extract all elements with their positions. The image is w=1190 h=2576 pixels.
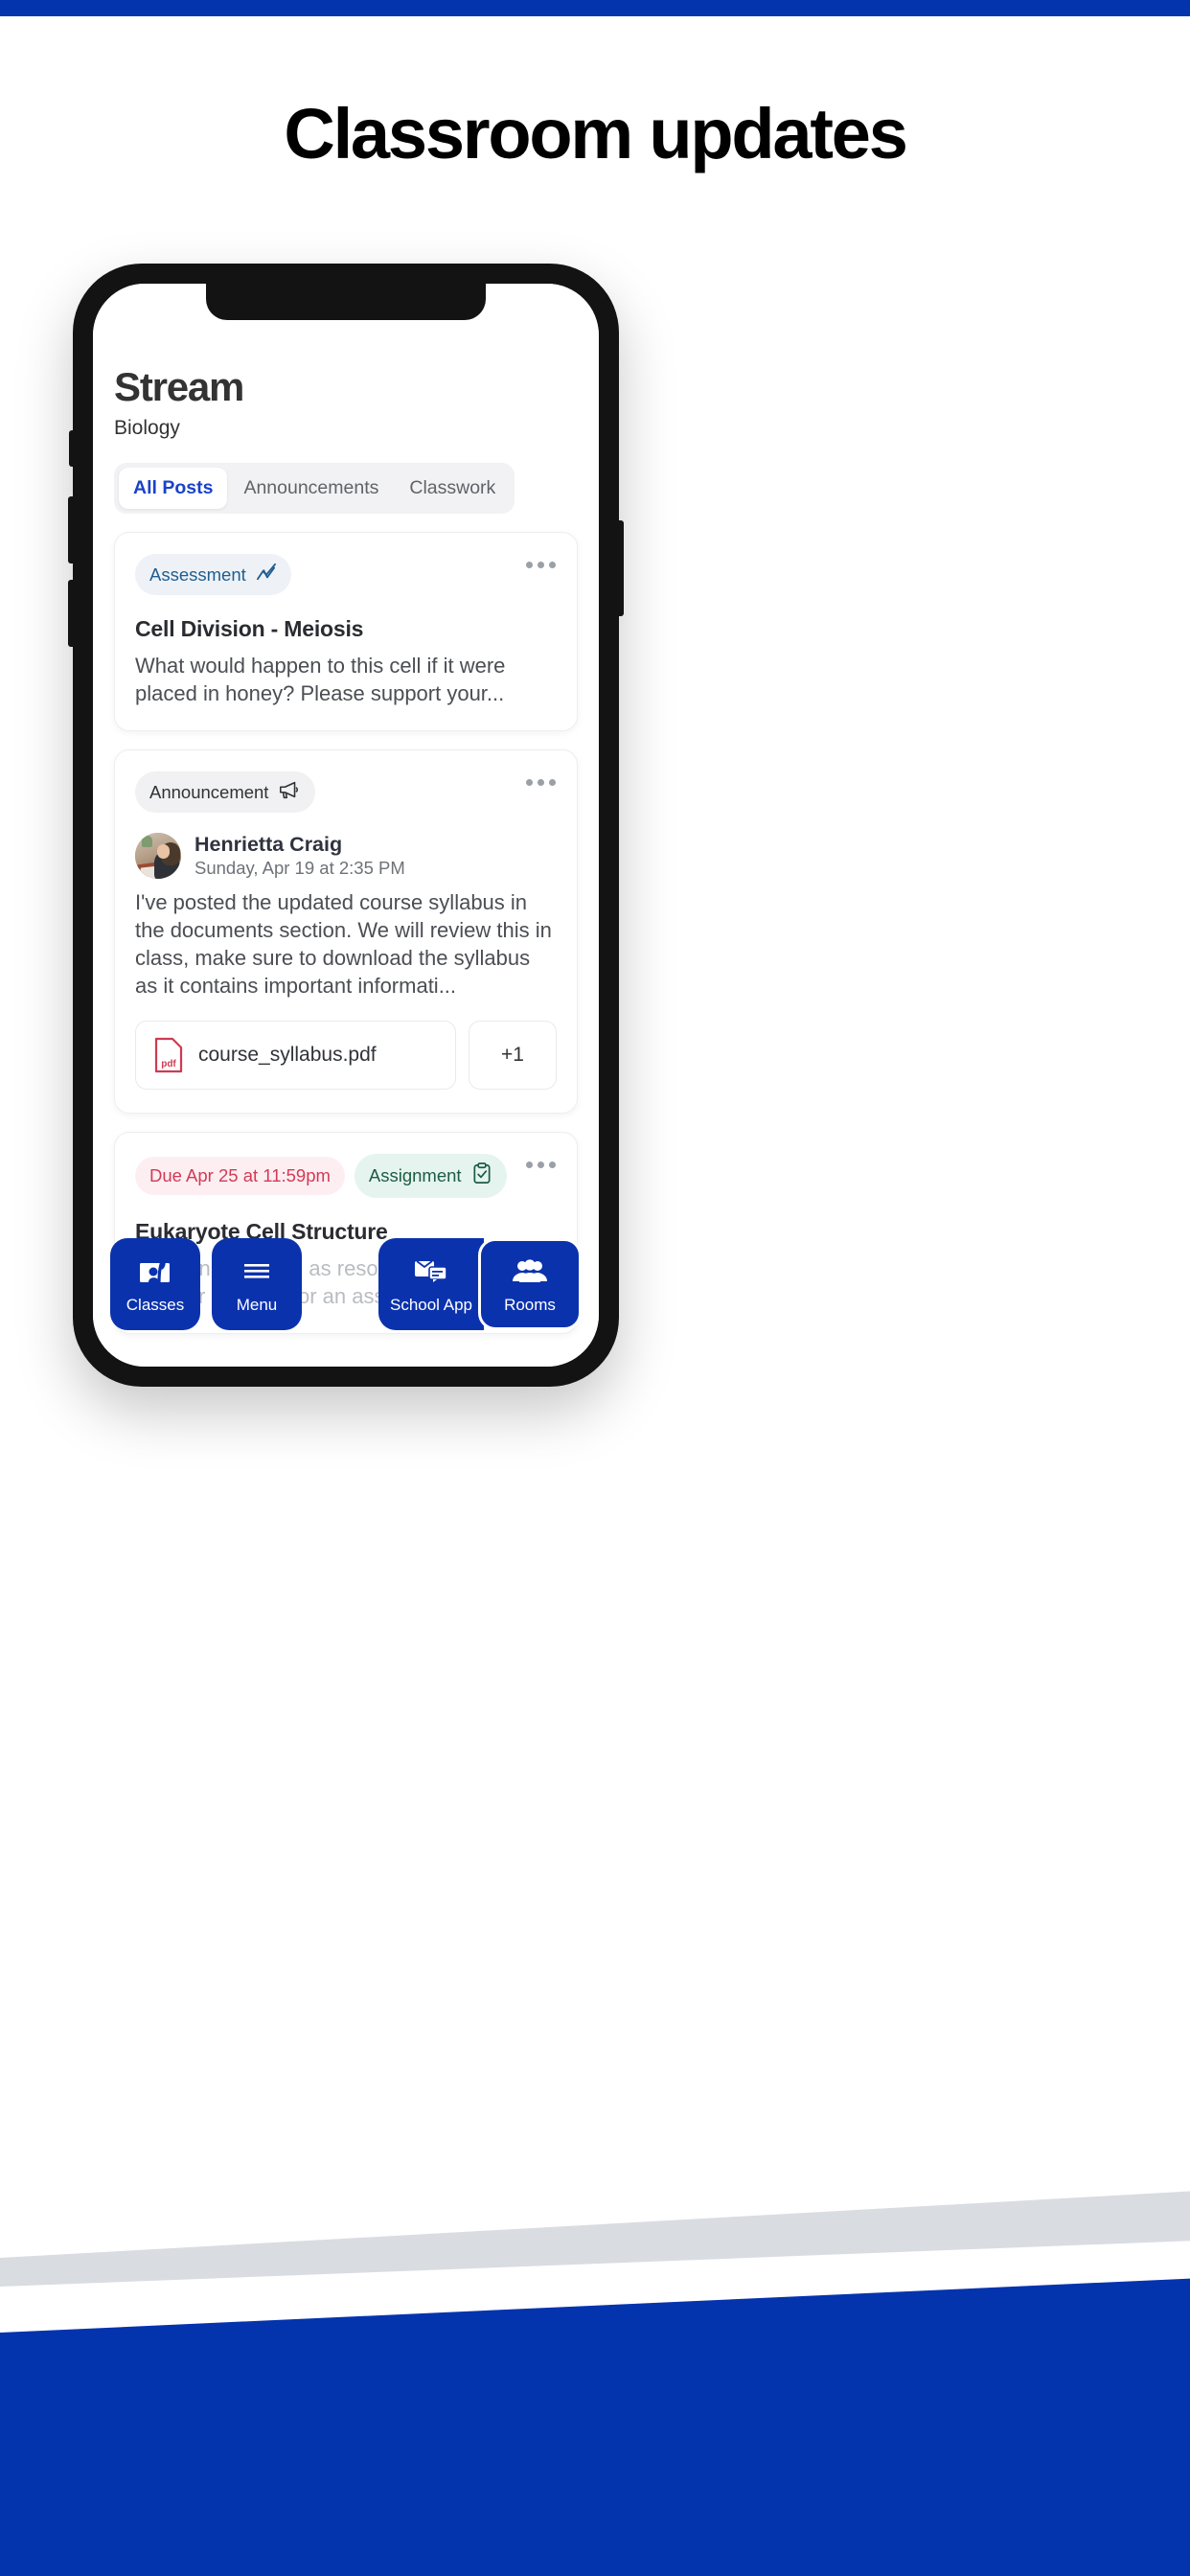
card-header: Assessment bbox=[135, 554, 557, 596]
badge-label: Assessment bbox=[149, 564, 246, 585]
raise-hand-icon bbox=[138, 1254, 172, 1288]
post-body: I've posted the updated course syllabus … bbox=[135, 890, 552, 999]
course-name: Biology bbox=[114, 417, 180, 440]
phone-power-button bbox=[618, 520, 624, 616]
avatar bbox=[135, 833, 181, 880]
nav-label: Menu bbox=[236, 1296, 278, 1314]
stream-scroll-area[interactable]: Stream Biology All Posts Announcements C… bbox=[93, 284, 599, 1367]
phone-screen: Stream Biology All Posts Announcements C… bbox=[93, 284, 599, 1367]
stream-filter-tabs: All Posts Announcements Classwork bbox=[114, 463, 515, 515]
attachment-more-button[interactable]: +1 bbox=[469, 1021, 557, 1091]
page-title: Stream bbox=[114, 364, 244, 409]
more-options-icon[interactable] bbox=[526, 562, 556, 569]
phone-mockup: Stream Biology All Posts Announcements C… bbox=[68, 264, 624, 1387]
nav-menu-button[interactable]: Menu bbox=[212, 1238, 302, 1330]
nav-label: Classes bbox=[126, 1296, 185, 1314]
nav-classes-button[interactable]: Classes bbox=[110, 1238, 200, 1330]
badge-due-date: Due Apr 25 at 11:59pm bbox=[135, 1157, 345, 1196]
post-title: Cell Division - Meiosis bbox=[135, 616, 364, 642]
school-app-icon bbox=[413, 1254, 449, 1288]
nav-school-app-button[interactable]: School App bbox=[378, 1238, 484, 1330]
nav-label: School App bbox=[389, 1296, 472, 1314]
badge-label: Assignment bbox=[368, 1165, 462, 1186]
nav-label: Rooms bbox=[504, 1296, 556, 1314]
bottom-decoration bbox=[0, 2174, 1190, 2576]
page-headline: Classroom updates bbox=[284, 94, 908, 173]
card-header: Announcement bbox=[135, 771, 557, 814]
post-timestamp: Sunday, Apr 19 at 2:35 PM bbox=[195, 858, 405, 879]
badge-assignment: Assignment bbox=[354, 1154, 507, 1199]
post-author-row: Henrietta Craig Sunday, Apr 19 at 2:35 P… bbox=[135, 833, 557, 880]
clipboard-check-icon bbox=[471, 1162, 492, 1189]
phone-volume-up-button bbox=[68, 496, 74, 564]
card-header: Due Apr 25 at 11:59pm Assignment bbox=[135, 1154, 557, 1199]
classroom-app: Stream Biology All Posts Announcements C… bbox=[93, 284, 599, 1367]
hamburger-menu-icon bbox=[240, 1254, 273, 1288]
top-accent-bar bbox=[0, 0, 1190, 16]
nav-right-group: School App Rooms bbox=[378, 1238, 582, 1330]
line-chart-check-icon bbox=[256, 563, 277, 586]
post-body: What would happen to this cell if it wer… bbox=[135, 654, 506, 706]
attachment-item[interactable]: pdf course_syllabus.pdf bbox=[135, 1021, 456, 1091]
phone-volume-down-button bbox=[68, 580, 74, 647]
author-name: Henrietta Craig bbox=[195, 833, 343, 857]
badge-label: Announcement bbox=[149, 781, 269, 802]
pdf-file-icon: pdf bbox=[153, 1037, 184, 1073]
post-card-announcement[interactable]: Announcement Henrietta Craig Sunday, Apr… bbox=[114, 749, 578, 1115]
nav-rooms-button[interactable]: Rooms bbox=[478, 1238, 582, 1330]
phone-notch bbox=[206, 284, 486, 320]
svg-text:pdf: pdf bbox=[161, 1059, 176, 1070]
phone-mute-switch bbox=[69, 430, 74, 467]
more-options-icon[interactable] bbox=[526, 1162, 556, 1169]
more-options-icon[interactable] bbox=[526, 779, 556, 787]
tab-classwork[interactable]: Classwork bbox=[395, 468, 510, 509]
post-card-assessment[interactable]: Assessment Cell Division - Meiosis What … bbox=[114, 532, 578, 732]
tab-announcements[interactable]: Announcements bbox=[229, 468, 393, 509]
attachment-row: pdf course_syllabus.pdf +1 bbox=[135, 1021, 557, 1091]
badge-announcement: Announcement bbox=[135, 771, 316, 814]
people-icon bbox=[512, 1254, 548, 1288]
megaphone-icon bbox=[278, 780, 301, 804]
badge-assessment: Assessment bbox=[135, 554, 291, 596]
attachment-filename: course_syllabus.pdf bbox=[198, 1044, 377, 1067]
tab-all-posts[interactable]: All Posts bbox=[119, 468, 228, 510]
